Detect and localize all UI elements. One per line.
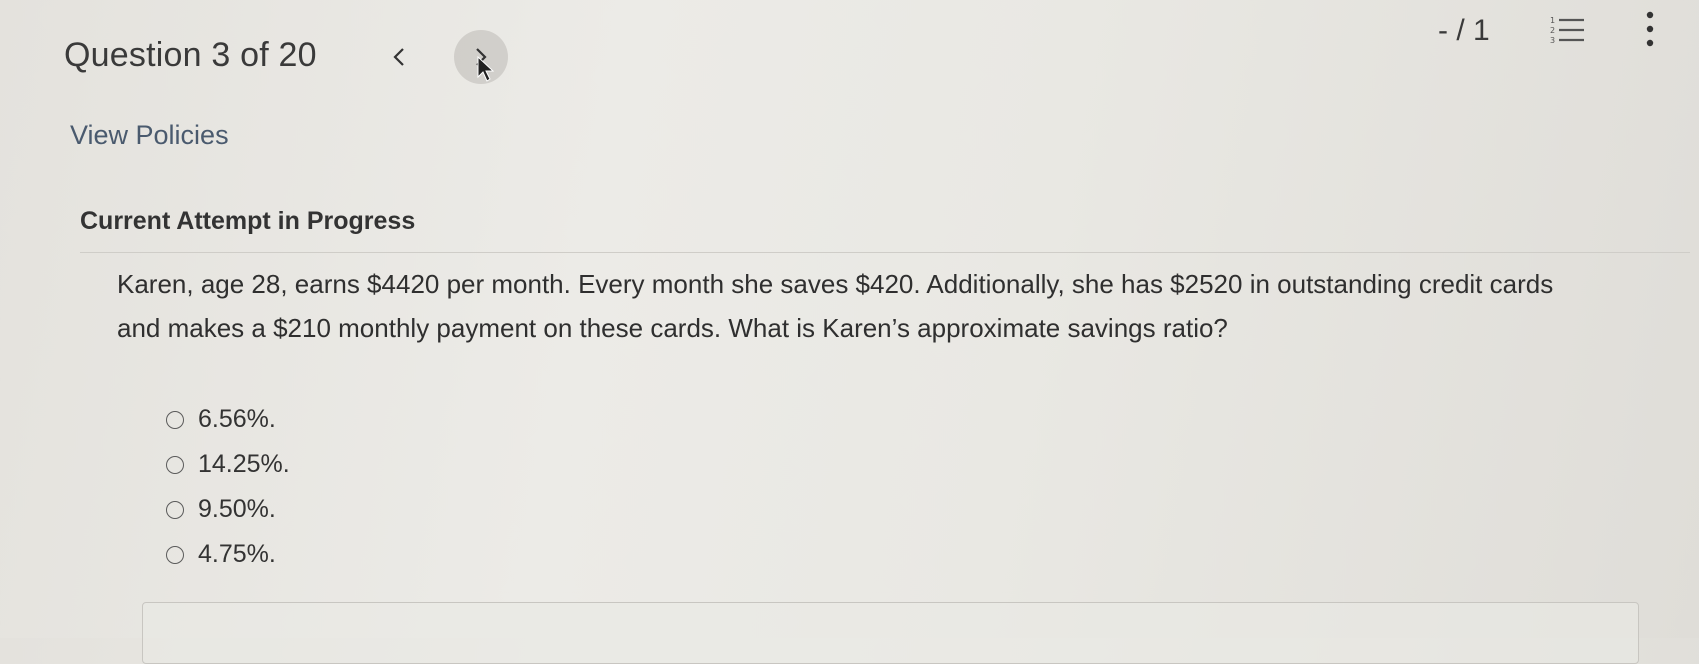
view-policies-link[interactable]: View Policies: [70, 120, 229, 151]
attempt-status-heading: Current Attempt in Progress: [80, 207, 416, 235]
chevron-left-icon: [393, 48, 404, 66]
answer-option-label: 9.50%.: [198, 495, 276, 523]
question-counter: Question 3 of 20: [64, 36, 317, 74]
answer-option[interactable]: 9.50%.: [166, 487, 290, 532]
radio-button[interactable]: [166, 500, 184, 519]
answer-option[interactable]: 6.56%.: [166, 397, 290, 442]
header-bar: Question 3 of 20 - / 1 1 2 3: [0, 0, 1699, 110]
answer-option[interactable]: 14.25%.: [166, 442, 290, 487]
question-text: Karen, age 28, earns $4420 per month. Ev…: [117, 269, 1554, 343]
radio-button[interactable]: [166, 545, 184, 564]
answer-options: 6.56%. 14.25%. 9.50%. 4.75%.: [166, 397, 290, 577]
previous-question-button[interactable]: [372, 30, 426, 84]
radio-button[interactable]: [166, 410, 184, 429]
radio-button[interactable]: [166, 455, 184, 474]
score-display: - / 1: [1438, 14, 1490, 47]
section-divider: [80, 252, 1690, 253]
numbered-list-icon[interactable]: 1 2 3: [1550, 12, 1590, 48]
mouse-pointer-icon: [477, 56, 495, 82]
answer-option-label: 6.56%.: [198, 405, 276, 433]
answer-option[interactable]: 4.75%.: [166, 532, 290, 577]
svg-text:2: 2: [1550, 26, 1555, 35]
answer-option-label: 4.75%.: [198, 540, 276, 568]
svg-text:1: 1: [1550, 16, 1555, 25]
answer-feedback-box: [142, 602, 1639, 664]
svg-text:3: 3: [1550, 36, 1555, 45]
more-vertical-icon[interactable]: [1640, 8, 1660, 50]
answer-option-label: 14.25%.: [198, 450, 290, 478]
